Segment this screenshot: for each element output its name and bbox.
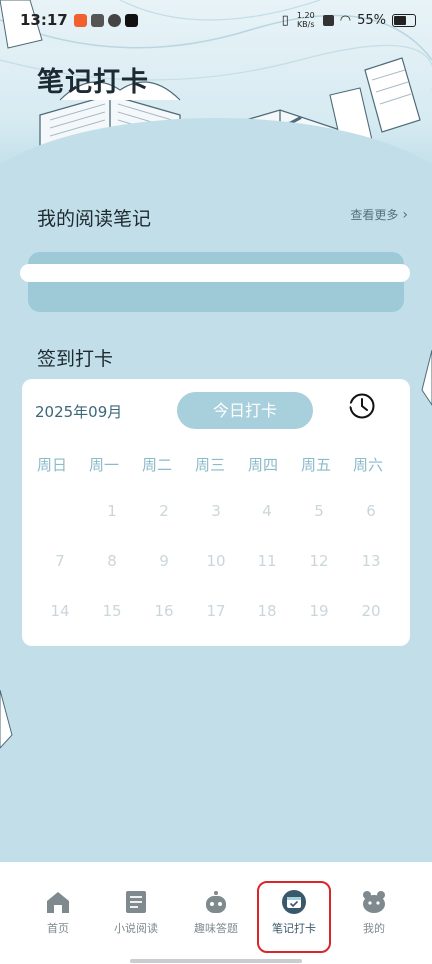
tab-profile[interactable]: 我的 [338,890,410,936]
calendar-month: 2025年09月 [35,403,123,421]
today-checkin-button[interactable]: 今日打卡 [177,392,313,429]
status-bar: 13:17 ▯ 1.20 KB/s ◠ 55% [0,0,432,40]
tab-fun-quiz[interactable]: 趣味答题 [180,890,252,936]
calendar-day[interactable]: 2 [138,502,190,520]
calendar-day[interactable]: 19 [293,602,345,620]
calendar-day[interactable]: 1 [86,502,138,520]
weekday-label: 周日 [36,456,67,474]
calendar-day[interactable]: 14 [34,602,86,620]
tab-home[interactable]: 首页 [22,890,94,936]
calendar-day[interactable]: 9 [138,552,190,570]
weekday-label: 周二 [141,456,172,474]
network-speed: 1.20 KB/s [296,11,315,29]
home-icon [47,892,69,913]
weekday-label: 周一 [88,456,119,474]
tab-novel-reading[interactable]: 小说阅读 [100,890,172,936]
see-more-link[interactable]: 查看更多 › [350,206,408,223]
calendar-day[interactable]: 11 [241,552,293,570]
tab-label: 我的 [363,922,385,935]
page-decoration [421,350,432,406]
calendar-day[interactable]: 4 [241,502,293,520]
notification-app-icon [73,13,87,27]
weekday-label: 周五 [300,456,331,474]
home-indicator[interactable] [130,959,302,963]
tab-label: 首页 [47,922,69,935]
notification-app-icon [90,13,104,27]
checkin-section-title: 签到打卡 [37,348,114,370]
sim-off-icon [322,14,334,26]
reading-notes-placeholder [20,264,410,282]
battery-percent: 55% [357,12,386,28]
tab-label: 小说阅读 [114,922,158,935]
checkin-calendar: 2025年09月 今日打卡 周日 周一 周二 周三 周四 周五 周六 1 2 3… [22,379,410,646]
profile-icon [363,891,385,913]
bottom-tab-bar: 首页 小说阅读 趣味答题 笔记打卡 我的 [0,862,432,964]
weekday-label: 周三 [194,456,225,474]
tiktok-icon [124,13,138,27]
vibrate-icon: ▯ [281,12,289,28]
calendar-day[interactable]: 15 [86,602,138,620]
page-decoration [0,690,13,749]
calendar-day[interactable]: 5 [293,502,345,520]
weekday-label: 周六 [352,456,383,474]
notification-app-icon [107,13,121,27]
reading-notes-card[interactable] [28,252,404,312]
calendar-day[interactable]: 10 [190,552,242,570]
calendar-day[interactable]: 12 [293,552,345,570]
calendar-day[interactable]: 7 [34,552,86,570]
weekday-label: 周四 [247,456,278,474]
notes-section-title: 我的阅读笔记 [37,208,152,230]
calendar-day[interactable]: 16 [138,602,190,620]
status-right: ▯ 1.20 KB/s ◠ 55% [282,11,416,29]
calendar-day[interactable]: 8 [86,552,138,570]
see-more-label: 查看更多 [350,208,399,222]
calendar-day[interactable]: 17 [190,602,242,620]
calendar-day[interactable]: 13 [345,552,397,570]
chevron-right-icon: › [402,206,408,223]
battery-icon [392,13,416,27]
wifi-icon: ◠ [339,12,352,28]
robot-icon [206,891,226,913]
page-title: 笔记打卡 [37,67,149,98]
calendar-day[interactable]: 18 [241,602,293,620]
status-time: 13:17 [20,11,68,29]
calendar-day[interactable]: 6 [345,502,397,520]
active-tab-highlight [257,881,331,953]
book-icon [126,891,146,913]
history-clock-icon[interactable] [347,391,377,421]
calendar-day[interactable]: 20 [345,602,397,620]
tab-label: 趣味答题 [194,922,238,935]
calendar-day[interactable]: 3 [190,502,242,520]
